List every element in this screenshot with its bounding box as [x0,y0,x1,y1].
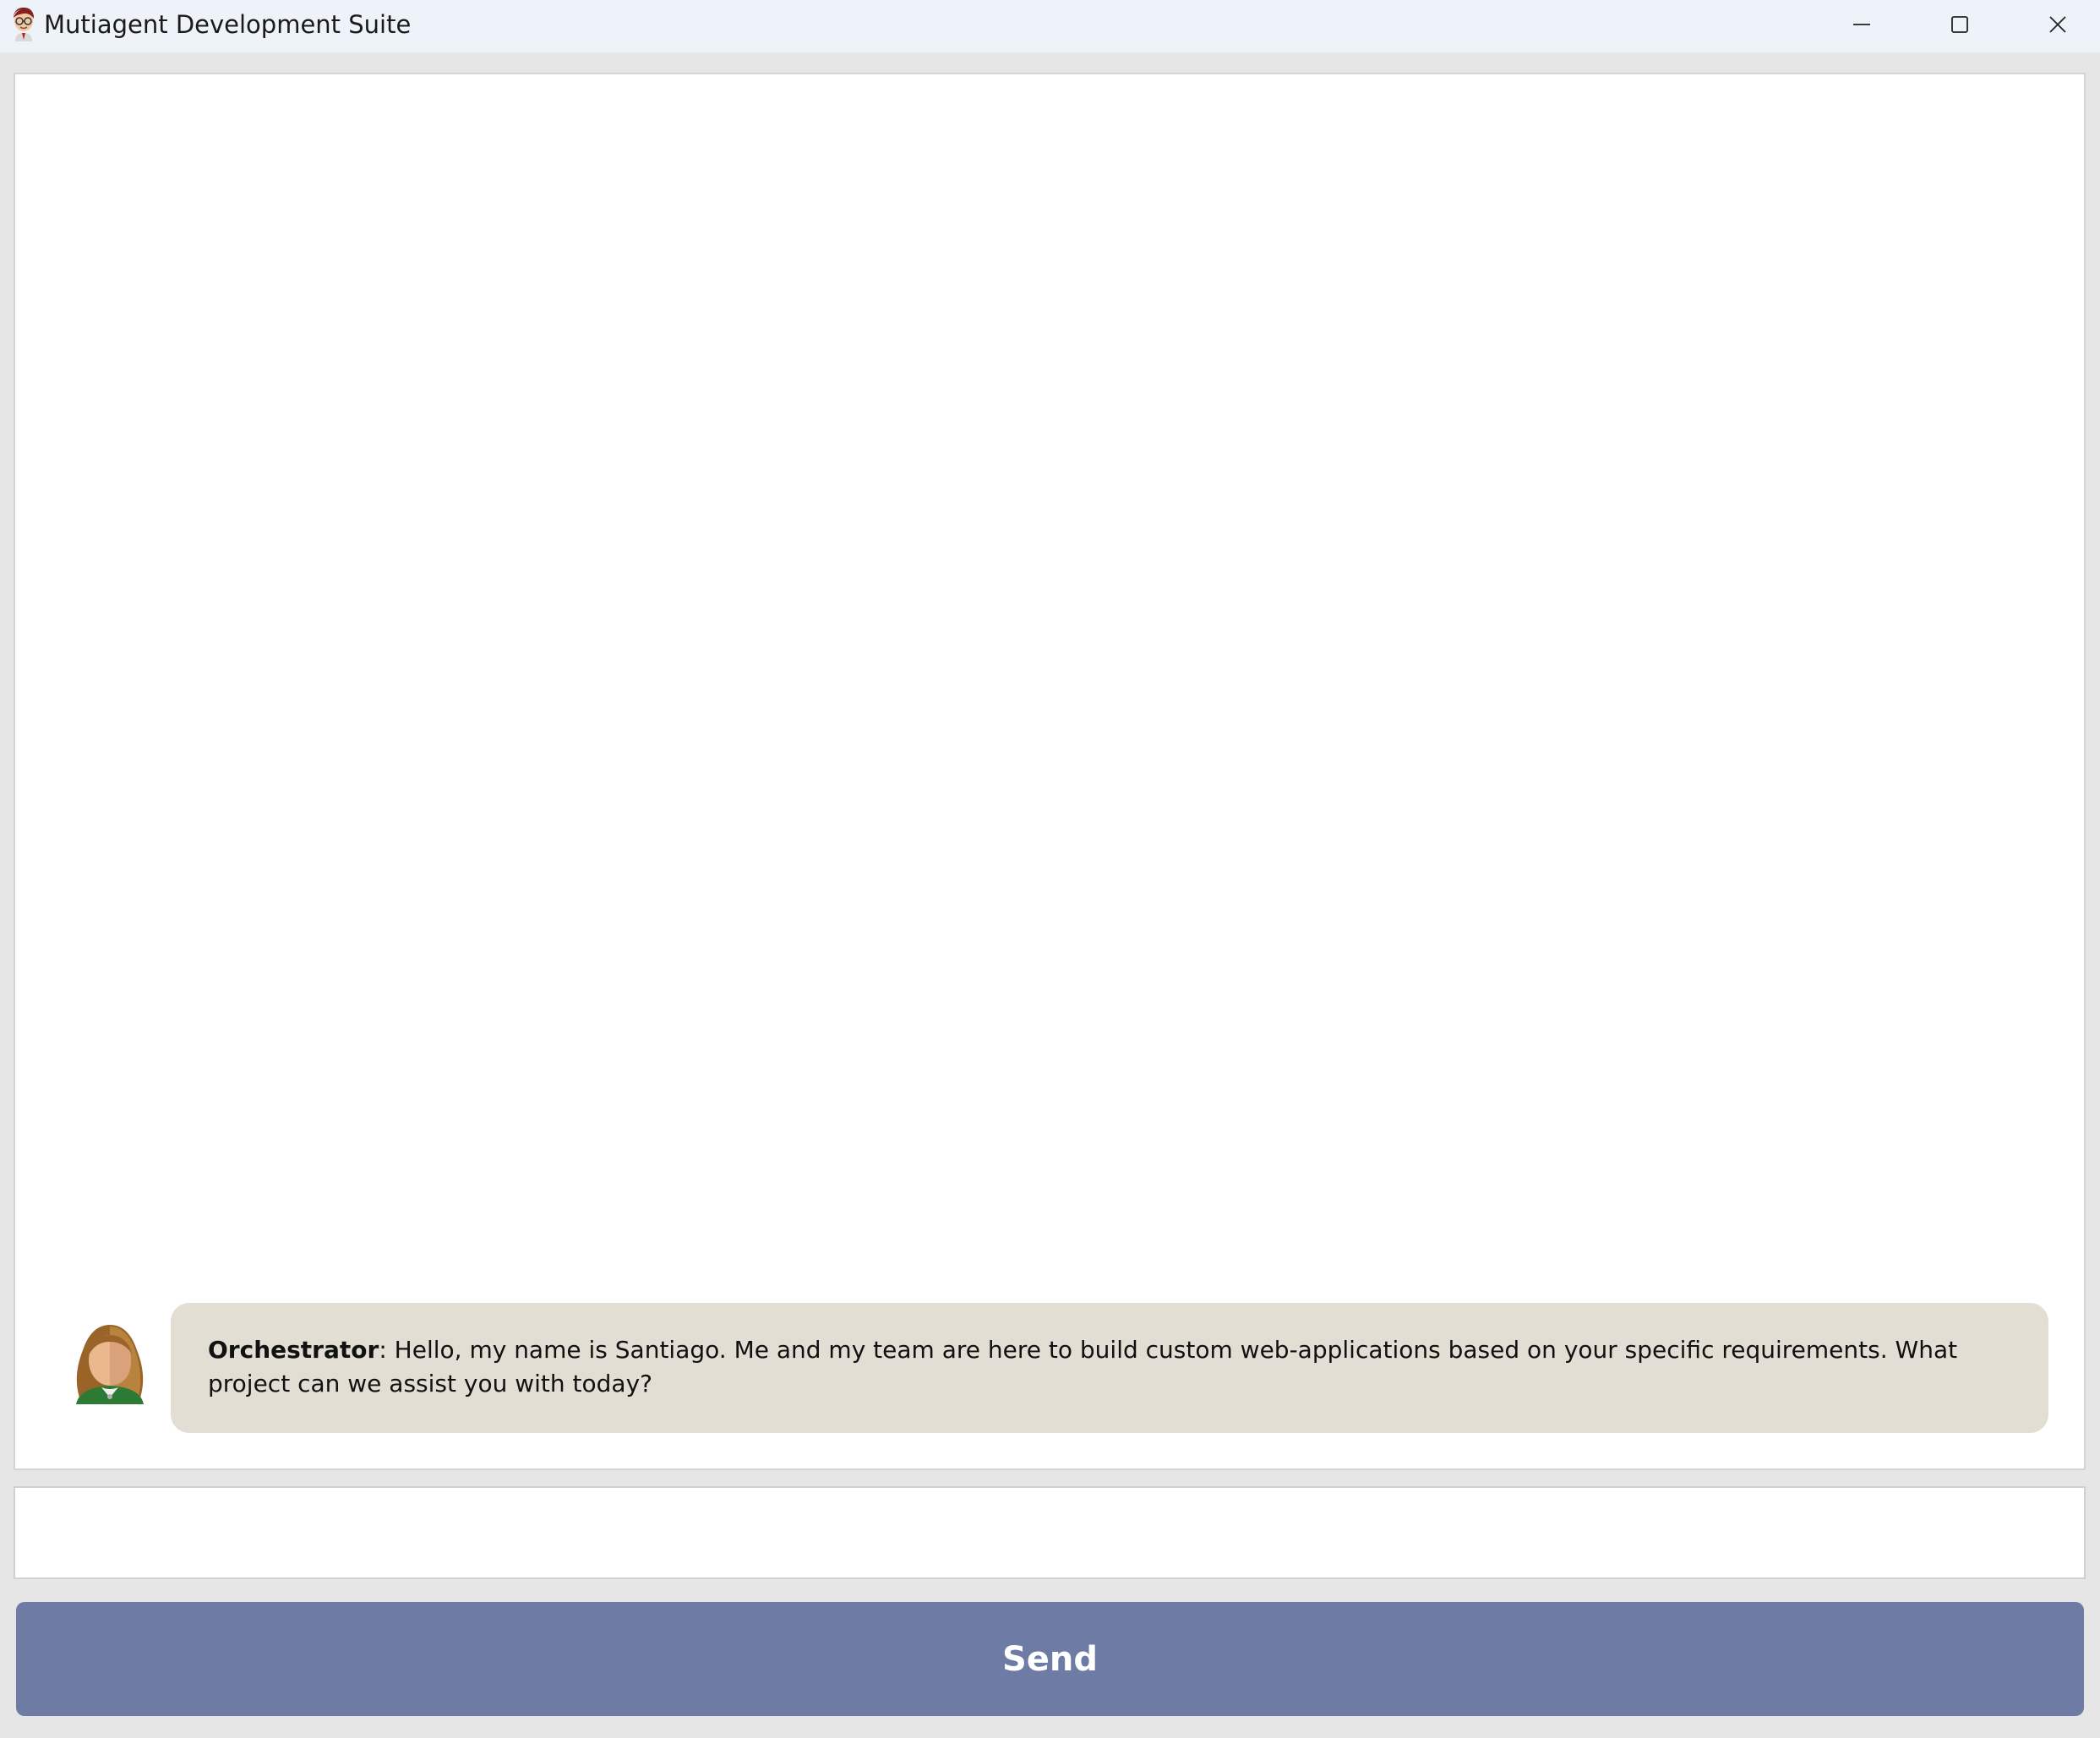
female-avatar-icon [68,1316,152,1404]
close-button[interactable] [2009,0,2100,49]
title-bar[interactable]: Mutiagent Development Suite [0,0,2100,52]
agent-face-icon [8,6,39,41]
message-input[interactable] [14,1486,2086,1579]
chat-message: Orchestrator: Hello, my name is Santiago… [15,1303,2084,1438]
chat-history-panel[interactable]: Orchestrator: Hello, my name is Santiago… [14,73,2086,1470]
minimize-icon [1852,15,1871,34]
window-title: Mutiagent Development Suite [44,10,412,39]
send-button[interactable]: Send [16,1602,2084,1716]
maximize-icon [1950,15,1969,34]
maximize-button[interactable] [1911,0,2009,49]
message-bubble: Orchestrator: Hello, my name is Santiago… [171,1303,2048,1433]
minimize-button[interactable] [1813,0,1911,49]
message-text: Hello, my name is Santiago. Me and my te… [208,1336,1958,1397]
message-sender: Orchestrator [208,1336,379,1364]
message-separator: : [379,1336,395,1364]
close-icon [2048,15,2067,34]
